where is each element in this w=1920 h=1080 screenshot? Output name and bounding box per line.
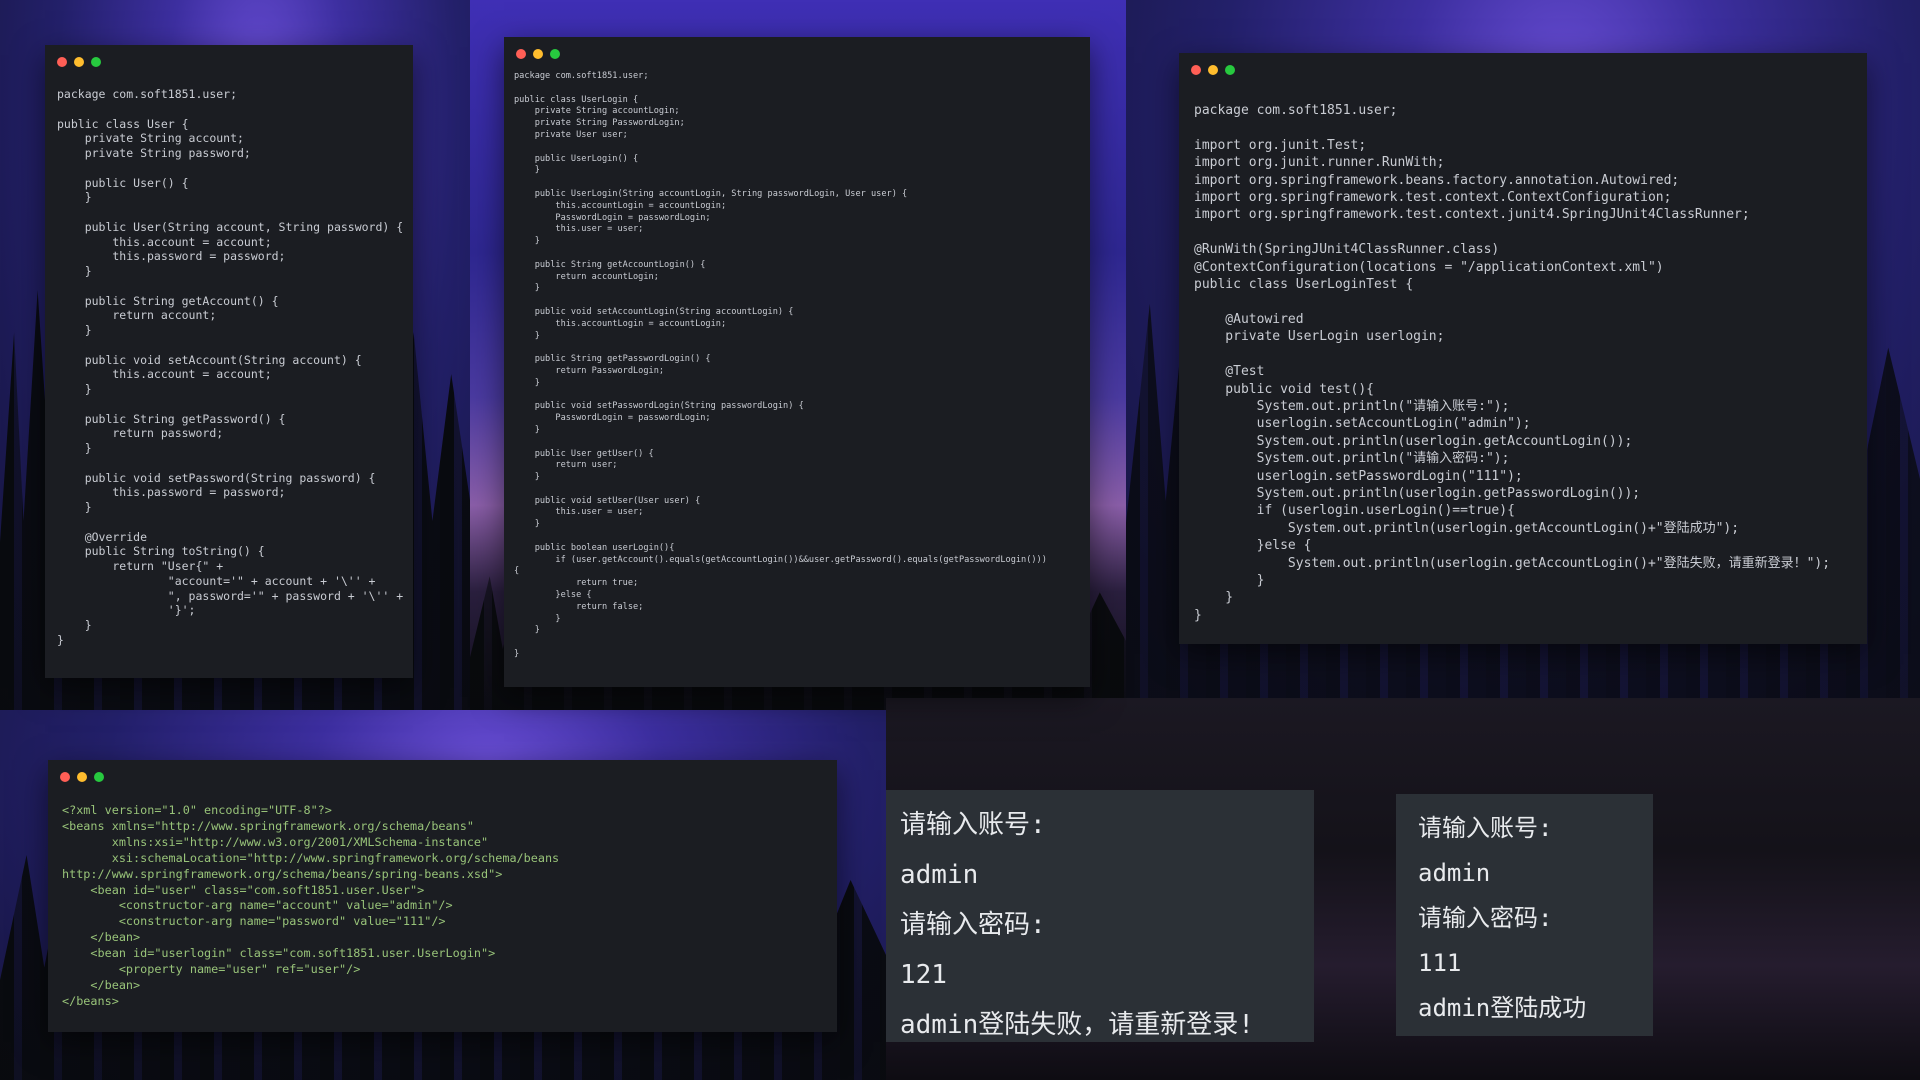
code-text-userlogintest-class: package com.soft1851.user; import org.ju… [1194, 103, 1831, 623]
window-controls [60, 772, 104, 782]
console-line: admin登陆成功 [1418, 994, 1587, 1022]
close-dot [57, 57, 67, 67]
console-line: 121 [900, 960, 947, 990]
maximize-dot [91, 57, 101, 67]
code-window-application-context-xml: <?xml version="1.0" encoding="UTF-8"?> <… [48, 760, 837, 1032]
maximize-dot [94, 772, 104, 782]
code-text-user-class: package com.soft1851.user; public class … [57, 87, 404, 647]
code-text-application-context-xml: <?xml version="1.0" encoding="UTF-8"?> <… [62, 803, 560, 1008]
minimize-dot [74, 57, 84, 67]
code-window-userlogin-class: package com.soft1851.user; public class … [504, 37, 1090, 687]
console-output-login-failure: 请输入账号: admin 请输入密码: 121 admin登陆失败，请重新登录! [886, 790, 1314, 1042]
console-output-login-success: 请输入账号: admin 请输入密码: 111 admin登陆成功 [1396, 794, 1653, 1036]
maximize-dot [550, 49, 560, 59]
close-dot [516, 49, 526, 59]
console-line: 请输入密码: [1418, 904, 1553, 932]
code-text-userlogin-class: package com.soft1851.user; public class … [514, 71, 1047, 660]
close-dot [60, 772, 70, 782]
window-controls [57, 57, 101, 67]
minimize-dot [533, 49, 543, 59]
code-window-userlogintest-class: package com.soft1851.user; import org.ju… [1179, 53, 1867, 644]
minimize-dot [1208, 65, 1218, 75]
console-line: 111 [1418, 949, 1462, 977]
close-dot [1191, 65, 1201, 75]
code-window-user-class: package com.soft1851.user; public class … [45, 45, 413, 678]
console-line: 请输入账号: [900, 810, 1046, 840]
maximize-dot [1225, 65, 1235, 75]
console-line: admin [900, 860, 979, 890]
console-line: 请输入账号: [1418, 814, 1553, 842]
console-line: admin [1418, 859, 1491, 887]
window-controls [1191, 65, 1235, 75]
console-line: admin登陆失败，请重新登录! [900, 1010, 1254, 1040]
console-line: 请输入密码: [900, 910, 1046, 940]
window-controls [516, 49, 560, 59]
minimize-dot [77, 772, 87, 782]
